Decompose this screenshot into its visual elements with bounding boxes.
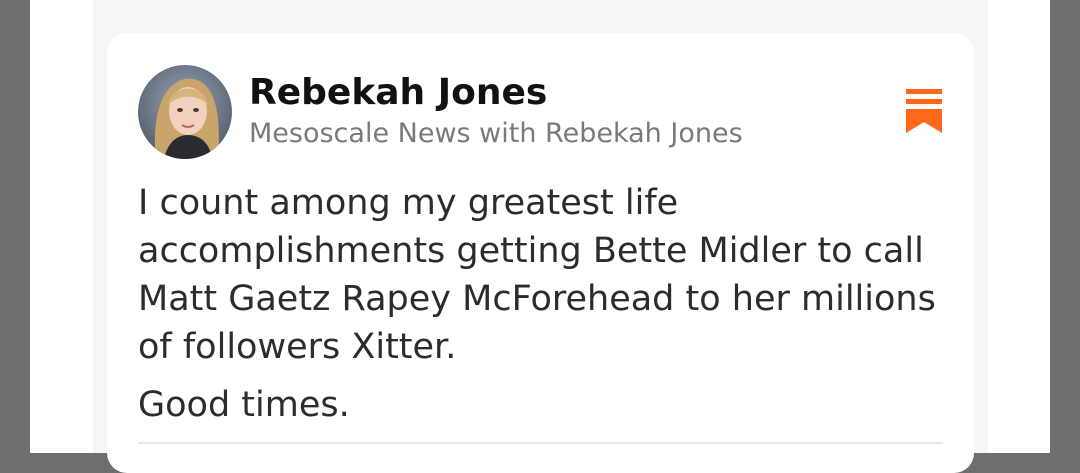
post-paragraph: Good times. xyxy=(138,385,350,425)
feed-column: Rebekah Jones Mesoscale News with Rebeka… xyxy=(93,0,988,473)
author-name[interactable]: Rebekah Jones xyxy=(249,69,547,117)
page-background: Rebekah Jones Mesoscale News with Rebeka… xyxy=(30,0,1050,473)
divider xyxy=(138,442,943,444)
bookmark-icon xyxy=(906,89,942,133)
bookmark-button[interactable] xyxy=(904,89,944,133)
post-paragraph: I count among my greatest life accomplis… xyxy=(138,183,936,367)
post-body: I count among my greatest life accomplis… xyxy=(138,179,938,429)
avatar-photo xyxy=(138,65,232,159)
post-card[interactable]: Rebekah Jones Mesoscale News with Rebeka… xyxy=(107,33,974,473)
author-avatar[interactable] xyxy=(138,65,232,159)
publication-name[interactable]: Mesoscale News with Rebekah Jones xyxy=(249,115,743,153)
